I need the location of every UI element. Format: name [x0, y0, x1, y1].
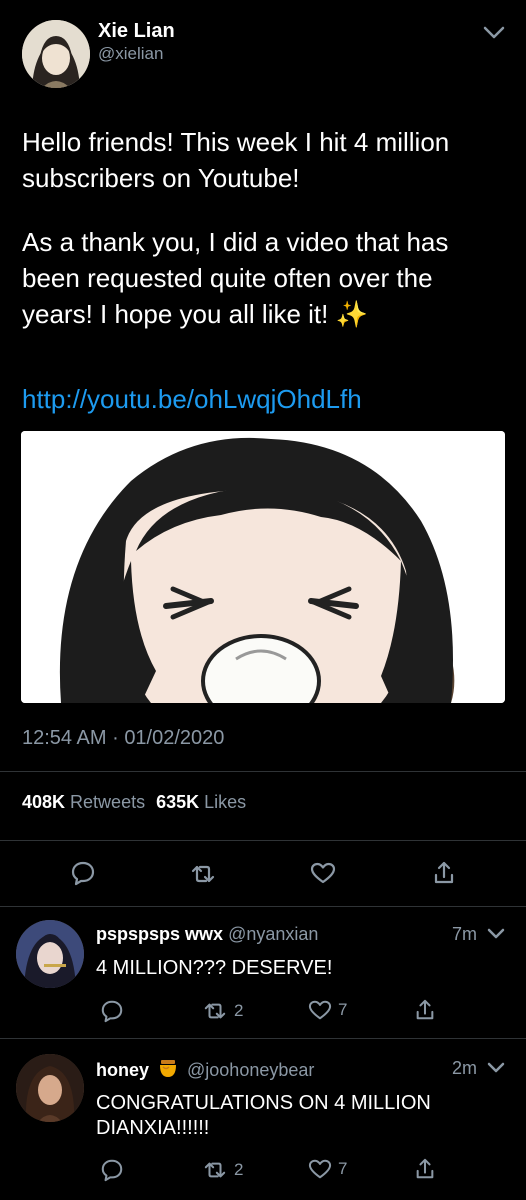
- like-button[interactable]: 7: [308, 999, 347, 1021]
- reply-author-handle[interactable]: @nyanxian: [228, 924, 318, 944]
- reply-time: 2m: [452, 1058, 478, 1078]
- tweet-text-line: years! I hope you all like it! ✨: [22, 299, 368, 329]
- author-avatar[interactable]: [22, 20, 90, 88]
- author-name[interactable]: Xie Lian: [98, 20, 175, 43]
- like-button[interactable]: [310, 861, 336, 885]
- honey-pot-icon: [157, 1058, 179, 1083]
- retweet-icon: [204, 1003, 226, 1019]
- retweet-button[interactable]: 2: [202, 1159, 243, 1181]
- divider: [0, 840, 526, 841]
- reply-button[interactable]: [70, 860, 96, 886]
- heart-icon: [310, 862, 336, 884]
- reply-time: 7m: [452, 924, 478, 944]
- like-button[interactable]: 7: [308, 1158, 347, 1180]
- tweet-text-line: subscribers on Youtube!: [22, 163, 300, 193]
- reply-avatar[interactable]: [16, 1054, 84, 1122]
- reply-button[interactable]: [100, 999, 124, 1023]
- divider: [0, 771, 526, 772]
- tweet-text: Hello friends! This week I hit 4 million…: [22, 124, 449, 332]
- author-avatar-image: [22, 20, 90, 88]
- retweets-count: 408K: [22, 792, 66, 812]
- tweet-time: 12:54 AM: [22, 727, 107, 749]
- retweet-button[interactable]: 2: [202, 1000, 243, 1022]
- reply-author-name[interactable]: honey: [96, 1060, 149, 1081]
- chevron-down-icon[interactable]: [486, 926, 506, 947]
- reply-text: CONGRATULATIONS ON 4 MILLION DIANXIA!!!!…: [96, 1091, 431, 1141]
- media-illustration: [21, 431, 505, 703]
- reply-icon: [101, 1000, 123, 1023]
- retweet-button[interactable]: [189, 862, 217, 886]
- heart-icon: [308, 1000, 332, 1020]
- share-icon: [416, 999, 434, 1020]
- reply-icon: [71, 861, 95, 886]
- reply-avatar-image: [16, 920, 84, 988]
- share-icon: [434, 861, 454, 884]
- retweet-count: 2: [234, 1160, 244, 1179]
- reply-header: pspspsps wwx @nyanxian: [96, 924, 318, 945]
- share-button[interactable]: [414, 998, 436, 1022]
- tweet-link[interactable]: http://youtu.be/ohLwqjOhdLfh: [22, 384, 362, 415]
- reply-header: honey @joohoneybear: [96, 1058, 314, 1083]
- reply-text: 4 MILLION??? DESERVE!: [96, 957, 333, 979]
- chevron-down-icon[interactable]: [486, 1060, 506, 1081]
- retweet-count: 2: [234, 1001, 244, 1020]
- reply-text-line: CONGRATULATIONS ON 4 MILLION: [96, 1092, 431, 1114]
- share-icon: [416, 1158, 434, 1179]
- like-count: 7: [338, 1000, 348, 1019]
- likes-label: Likes: [204, 792, 247, 812]
- author-handle[interactable]: @xielian: [98, 44, 163, 64]
- reply-avatar-image: [16, 1054, 84, 1122]
- tweet-text-line: been requested quite often over the: [22, 263, 433, 293]
- likes-count: 635K: [156, 792, 200, 812]
- tweet-stats: 408K Retweets 635K Likes: [22, 792, 246, 813]
- tweet-date: 01/02/2020: [124, 727, 225, 749]
- tweet-text-line: Hello friends! This week I hit 4 million: [22, 127, 450, 157]
- divider: [0, 906, 526, 907]
- media-thumbnail[interactable]: [21, 431, 505, 703]
- like-count: 7: [338, 1159, 348, 1178]
- reply-avatar[interactable]: [16, 920, 84, 988]
- reply-author-handle[interactable]: @joohoneybear: [187, 1060, 314, 1081]
- reply-text-line: DIANXIA!!!!!!: [96, 1117, 210, 1139]
- reply-icon: [101, 1159, 123, 1182]
- chevron-down-icon[interactable]: [482, 24, 506, 47]
- timestamp-separator: ·: [112, 727, 119, 749]
- retweet-icon: [191, 865, 215, 883]
- reply-author-name[interactable]: pspspsps wwx: [96, 924, 223, 944]
- retweets-link[interactable]: 408K Retweets: [22, 792, 150, 812]
- tweet-text-line: As a thank you, I did a video that has: [22, 227, 449, 257]
- retweet-icon: [204, 1162, 226, 1178]
- tweet-timestamp: 12:54 AM · 01/02/2020: [22, 727, 224, 750]
- share-button[interactable]: [432, 860, 456, 886]
- divider: [0, 1038, 526, 1039]
- likes-link[interactable]: 635K Likes: [156, 792, 246, 812]
- retweets-label: Retweets: [70, 792, 146, 812]
- heart-icon: [308, 1159, 332, 1179]
- reply-button[interactable]: [100, 1158, 124, 1182]
- share-button[interactable]: [414, 1157, 436, 1181]
